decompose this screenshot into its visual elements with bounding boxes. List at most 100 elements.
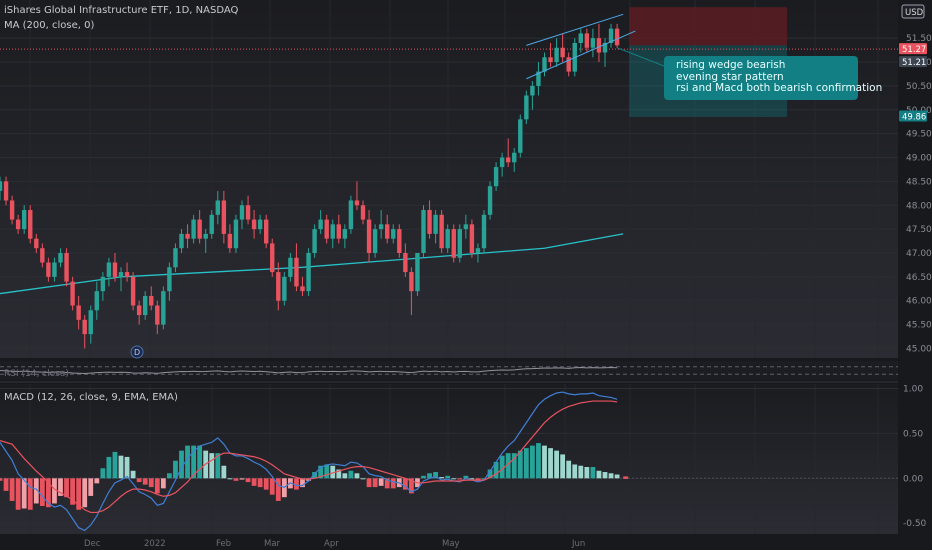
macd-histogram-bar [239,478,245,480]
macd-histogram-bar [439,477,445,479]
macd-histogram-bar [584,466,590,479]
macd-histogram-bar [536,443,541,479]
macd-histogram-bar [372,478,378,488]
candle-body [106,262,112,277]
macd-histogram-bar [390,478,396,489]
macd-histogram-bar [554,450,559,479]
time-axis-background [0,534,932,550]
price-tick-label: 47.50 [906,225,932,235]
candle-body [348,200,354,230]
candle-body [276,272,281,301]
candle-body [342,229,348,239]
callout-line-3: rsi and Macd both bearish confirmation [676,82,883,94]
time-axis-label: May [442,539,460,549]
macd-histogram-bar [3,478,9,491]
price-tick-label: 46.00 [906,297,932,307]
candle-body [270,243,275,273]
price-tick-label: 45.50 [906,321,932,331]
candle-body [264,219,269,244]
macd-histogram-bar [221,465,227,479]
candle-body [542,57,547,72]
macd-histogram-bar [596,470,602,479]
candle-body [294,257,299,287]
macd-histogram-bar [523,448,529,479]
macd-histogram-bar [39,478,45,506]
candle-body [306,252,311,292]
macd-histogram-bar [124,456,130,479]
candle-body [330,224,335,239]
candle-body [421,210,426,253]
candle-body [548,57,553,63]
candle-body [124,272,130,277]
macd-tick-label: -0.50 [903,519,927,529]
candle-body [155,305,160,325]
macd-histogram-bar [227,478,233,480]
candle-body [354,200,360,206]
candle-body [149,295,154,306]
candle-body [100,276,106,292]
macd-histogram-bar [82,478,88,508]
macd-histogram-bar [451,478,457,480]
macd-histogram-bar [0,478,3,481]
candle-body [560,47,565,58]
candle-body [300,286,305,292]
macd-histogram-bar [15,478,21,510]
macd-histogram-bar [9,478,15,501]
macd-histogram-bar [602,472,608,479]
macd-histogram-bar [360,478,366,480]
candle-body [221,200,227,234]
macd-histogram-bar [106,456,112,479]
macd-histogram-bar [263,478,269,490]
candle-body [524,95,529,120]
symbol-title[interactable]: iShares Global Infrastructure ETF, 1D, N… [4,5,238,16]
macd-histogram-bar [27,478,33,510]
macd-histogram-bar [445,475,451,479]
macd-histogram-bar [590,466,596,479]
candle-body [130,276,136,306]
macd-histogram-bar [366,478,372,488]
macd-histogram-bar [100,468,106,479]
macd-histogram-bar [572,464,578,479]
candle-body [596,38,602,53]
candle-body [233,219,239,249]
candle-body [403,252,408,273]
candle-body [167,267,172,292]
price-tick-label: 46.50 [906,273,932,283]
macd-histogram-bar [560,454,566,479]
macd-legend[interactable]: MACD (12, 26, close, 9, EMA, EMA) [4,392,178,403]
candle-body [378,224,384,230]
macd-histogram-bar [294,478,299,490]
second-price-badge: 51.21 [902,58,926,68]
rsi-legend[interactable]: RSI (14, close) [4,369,69,379]
macd-histogram-bar [112,451,118,479]
time-axis-label: 2022 [144,539,166,549]
candle-body [239,205,245,220]
candle-body [118,272,124,277]
macd-histogram-bar [88,478,94,496]
ma-legend[interactable]: MA (200, close, 0) [4,20,94,31]
candle-body [143,295,148,316]
macd-histogram-bar [530,445,535,479]
candle-body [0,181,3,191]
macd-histogram-bar [167,473,172,479]
candle-body [336,224,341,239]
macd-histogram-bar [245,478,251,483]
candle-body [614,28,620,46]
macd-histogram-bar [548,448,553,479]
candle-body [493,167,499,187]
candle-body [372,229,378,253]
candle-body [203,233,208,239]
candle-body [324,219,329,239]
macd-histogram-bar [457,478,463,480]
analysis-callout[interactable]: rising wedge bearish evening star patter… [664,56,883,100]
candle-body [427,210,432,234]
price-tick-label: 50.50 [906,82,932,92]
candle-body [76,305,81,320]
candle-body [209,214,214,234]
candle-body [46,262,51,277]
macd-histogram-bar [52,478,57,504]
candle-body [64,252,69,282]
candle-body [409,272,414,292]
macd-histogram-bar [94,478,100,484]
candle-body [9,200,15,220]
